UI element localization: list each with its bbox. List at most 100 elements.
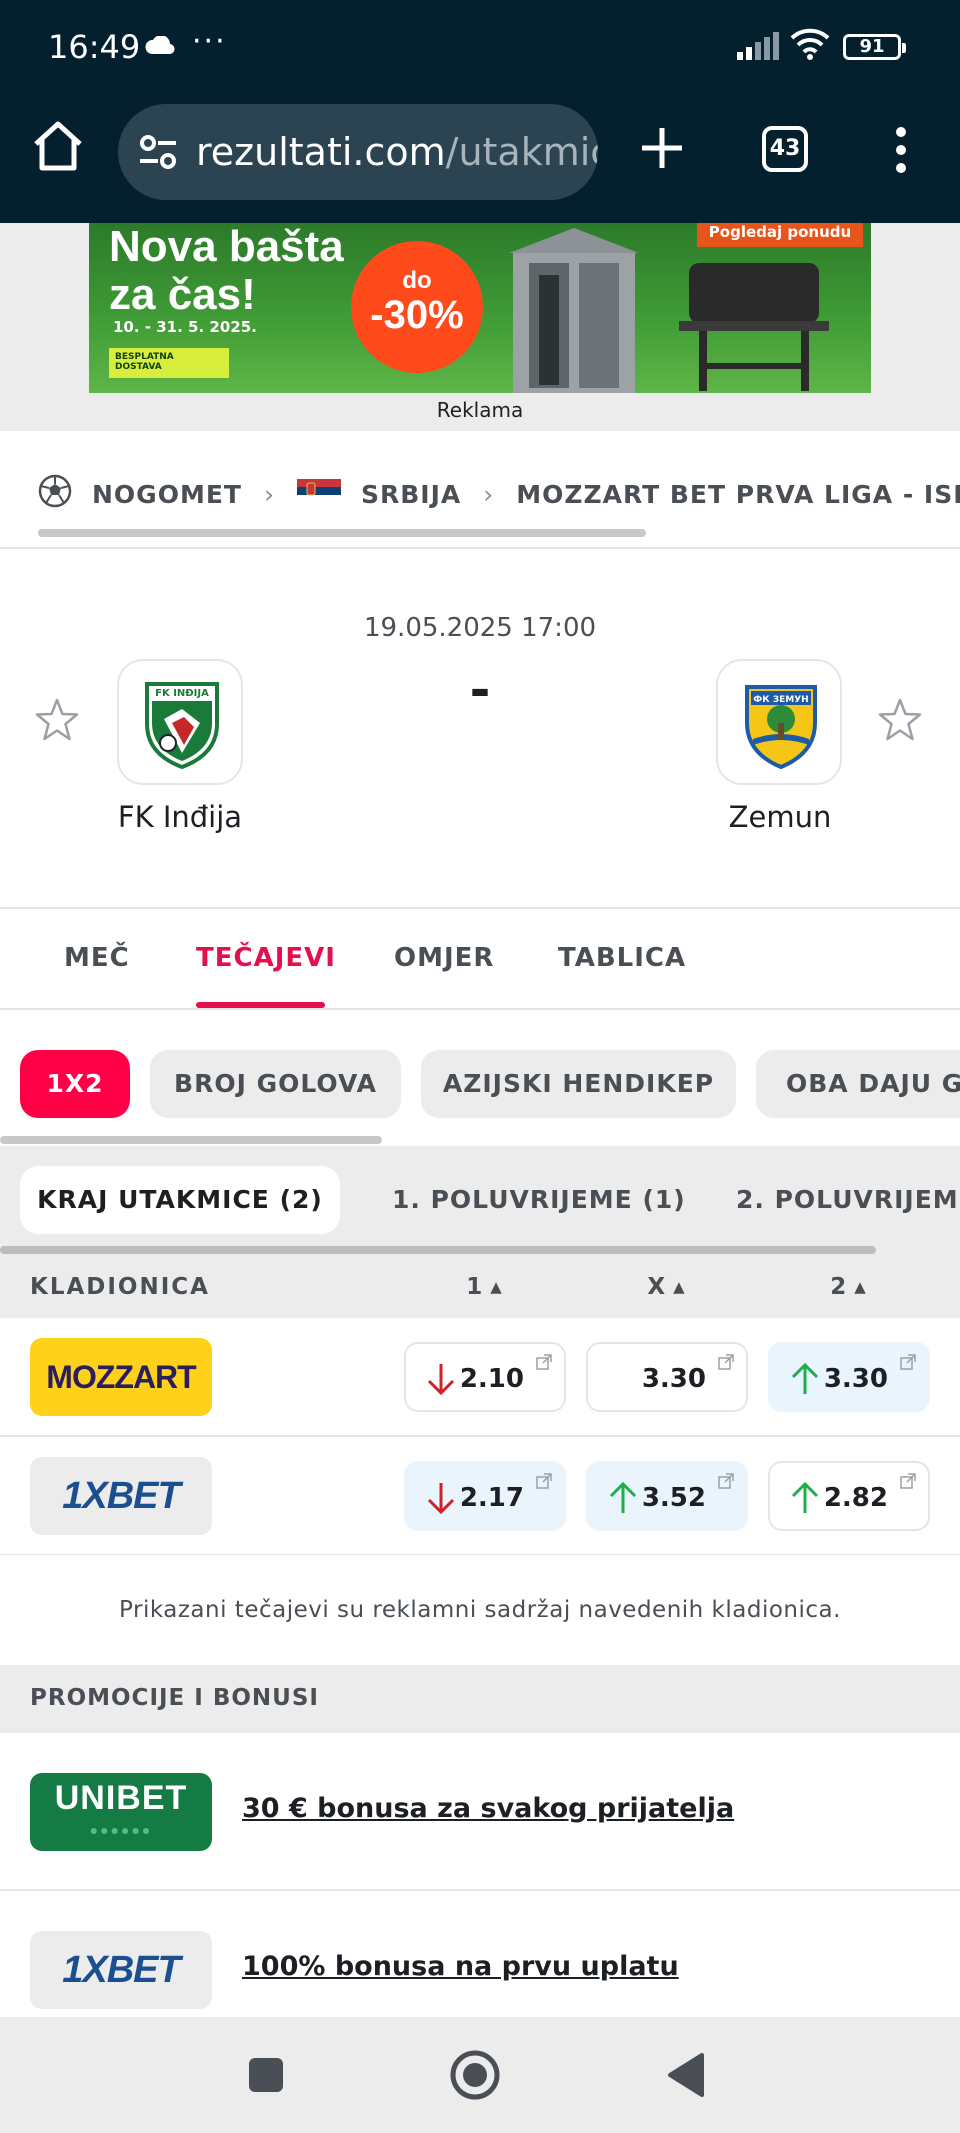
breadcrumb-country[interactable]: SRBIJA <box>361 480 461 509</box>
status-bar: 16:49 ··· 91 <box>0 0 960 96</box>
period-tabs: KRAJ UTAKMICE (2) 1. POLUVRIJEME (1) 2. … <box>0 1146 960 1258</box>
period-second-half[interactable]: 2. POLUVRIJEME <box>736 1166 960 1234</box>
tab-tecajevi[interactable]: TEČAJEVI <box>196 943 336 973</box>
tab-omjer[interactable]: OMJER <box>394 943 494 973</box>
browser-toolbar: rezultati.com/utakmic 43 <box>0 96 960 223</box>
odd-value: 2.17 <box>459 1483 524 1513</box>
site-settings-icon[interactable] <box>138 134 178 170</box>
away-team-logo[interactable]: ФК ЗЕМУН <box>716 659 842 785</box>
address-bar[interactable]: rezultati.com/utakmic <box>118 104 598 200</box>
shed-image <box>509 228 639 393</box>
breadcrumb-row: NOGOMET › SRBIJA › MOZZART BET PRVA LIGA - … <box>38 474 960 514</box>
status-time: 16:49 <box>48 28 141 66</box>
ad-headline: Nova bašta za čas! <box>109 223 344 319</box>
header-col-x[interactable]: X ▴ <box>626 1274 706 1300</box>
arrow-down-icon <box>427 1483 455 1515</box>
pills-scrollbar[interactable] <box>0 1136 382 1144</box>
mozzart-logo[interactable]: MOZZART <box>30 1338 212 1416</box>
external-link-icon <box>718 1473 734 1489</box>
ad-discount-prefix: do <box>402 267 432 294</box>
breadcrumb-league[interactable]: MOZZART BET PRVA LIGA - ISI <box>516 480 960 509</box>
header-col-2[interactable]: 2 ▴ <box>808 1274 888 1300</box>
ad-headline-line-1: Nova bašta <box>109 223 344 271</box>
browser-chrome: 16:49 ··· 91 rezultati.com/utakmic 43 <box>0 0 960 223</box>
ad-banner[interactable]: Nova bašta za čas! 10. - 31. 5. 2025. BE… <box>89 223 871 393</box>
header-col-1[interactable]: 1 ▴ <box>444 1274 524 1300</box>
odd-cell-x[interactable]: 3.52 <box>586 1461 748 1531</box>
fk-indjija-crest-icon: FK INĐIJA <box>145 682 219 769</box>
svg-text:ФК ЗЕМУН: ФК ЗЕМУН <box>753 695 808 705</box>
grill-image <box>679 263 829 391</box>
promotions-title: PROMOCIJE I BONUSI <box>30 1685 319 1711</box>
promo-link[interactable]: 100% bonusa na prvu uplatu <box>242 1951 679 1982</box>
odd-value: 2.82 <box>823 1483 888 1513</box>
cloud-icon <box>145 36 175 54</box>
odd-cell-2[interactable]: 2.82 <box>768 1461 930 1531</box>
favorite-away-star-icon[interactable] <box>877 697 923 743</box>
list-item: UNIBET ●●●●●● 30 € bonusa za svakog prij… <box>0 1733 960 1891</box>
odd-value: 3.30 <box>823 1364 888 1394</box>
tab-tablica[interactable]: TABLICA <box>558 943 686 973</box>
status-more-dots: ··· <box>192 24 227 59</box>
odd-cell-1[interactable]: 2.17 <box>404 1461 566 1531</box>
promo-link[interactable]: 30 € bonusa za svakog prijatelja <box>242 1793 734 1824</box>
pill-azijski-hendikep[interactable]: AZIJSKI HENDIKEP <box>421 1050 736 1118</box>
odd-cell-x[interactable]: 3.30 <box>586 1342 748 1412</box>
ad-headline-line-2: za čas! <box>109 270 256 319</box>
promotions-header: PROMOCIJE I BONUSI <box>0 1665 960 1733</box>
arrow-up-icon <box>609 1481 637 1513</box>
tab-mec[interactable]: MEČ <box>64 943 130 973</box>
ad-dates: 10. - 31. 5. 2025. <box>113 318 257 336</box>
ad-discount-badge: do -30% <box>351 241 483 373</box>
tab-switcher-button[interactable]: 43 <box>762 126 808 172</box>
external-link-icon <box>900 1354 916 1370</box>
market-pills: 1X2 BROJ GOLOVA AZIJSKI HENDIKEP OBA DAJ… <box>0 1010 960 1146</box>
odd-cell-1[interactable]: 2.10 <box>404 1342 566 1412</box>
periods-scrollbar[interactable] <box>0 1246 876 1254</box>
external-link-icon <box>718 1354 734 1370</box>
wifi-icon <box>790 28 830 60</box>
ad-discount-value: -30% <box>370 293 464 337</box>
arrow-down-icon <box>427 1364 455 1396</box>
odds-table-header: KLADIONICA 1 ▴ X ▴ 2 ▴ <box>0 1258 960 1318</box>
page-root: 16:49 ··· 91 rezultati.com/utakmic 43 No… <box>0 0 960 2133</box>
match-datetime: 19.05.2025 17:00 <box>363 613 597 643</box>
arrow-up-icon <box>791 1362 819 1394</box>
active-tab-indicator <box>196 1002 325 1008</box>
odd-value: 2.10 <box>459 1364 524 1394</box>
1xbet-logo[interactable]: 1XBET <box>30 1931 212 2009</box>
system-nav-bar <box>0 2017 960 2133</box>
breadcrumb-sport[interactable]: NOGOMET <box>92 480 242 509</box>
pill-broj-golova[interactable]: BROJ GOLOVA <box>150 1050 401 1118</box>
1xbet-logo[interactable]: 1XBET <box>30 1457 212 1535</box>
url-text: rezultati.com/utakmic <box>196 130 598 174</box>
breadcrumb-scrollbar[interactable] <box>38 529 646 537</box>
home-team-name[interactable]: FK Inđija <box>60 800 300 834</box>
header-bookmaker: KLADIONICA <box>30 1274 210 1300</box>
circle-icon[interactable] <box>445 2045 505 2105</box>
triangle-back-icon[interactable] <box>656 2045 716 2105</box>
period-first-half[interactable]: 1. POLUVRIJEME (1) <box>392 1166 686 1234</box>
battery-indicator: 91 <box>843 34 906 60</box>
odd-cell-2[interactable]: 3.30 <box>768 1342 930 1412</box>
period-full-time[interactable]: KRAJ UTAKMICE (2) <box>20 1166 340 1234</box>
external-link-icon <box>536 1354 552 1370</box>
favorite-home-star-icon[interactable] <box>34 697 80 743</box>
home-team-logo[interactable]: FK INĐIJA <box>117 659 243 785</box>
pill-1x2[interactable]: 1X2 <box>20 1050 130 1118</box>
external-link-icon <box>900 1473 916 1489</box>
ad-delivery-badge: BESPLATNA DOSTAVA <box>109 348 229 378</box>
away-team-name[interactable]: Zemun <box>660 800 900 834</box>
external-link-icon <box>536 1473 552 1489</box>
url-domain: rezultati.com <box>196 130 446 174</box>
more-menu-icon[interactable] <box>893 126 909 174</box>
unibet-logo[interactable]: UNIBET ●●●●●● <box>30 1773 212 1851</box>
new-tab-icon[interactable] <box>638 124 686 172</box>
home-icon[interactable] <box>30 118 86 174</box>
zemun-crest-icon: ФК ЗЕМУН <box>745 685 817 769</box>
pill-oba-daju-gol[interactable]: OBA DAJU GO <box>756 1050 960 1118</box>
square-icon[interactable] <box>236 2045 296 2105</box>
arrow-up-icon <box>791 1481 819 1513</box>
match-header: 19.05.2025 17:00 FK INĐIJA FK Inđija - Ф… <box>0 549 960 909</box>
match-tabs: MEČ TEČAJEVI OMJER TABLICA <box>0 909 960 1010</box>
